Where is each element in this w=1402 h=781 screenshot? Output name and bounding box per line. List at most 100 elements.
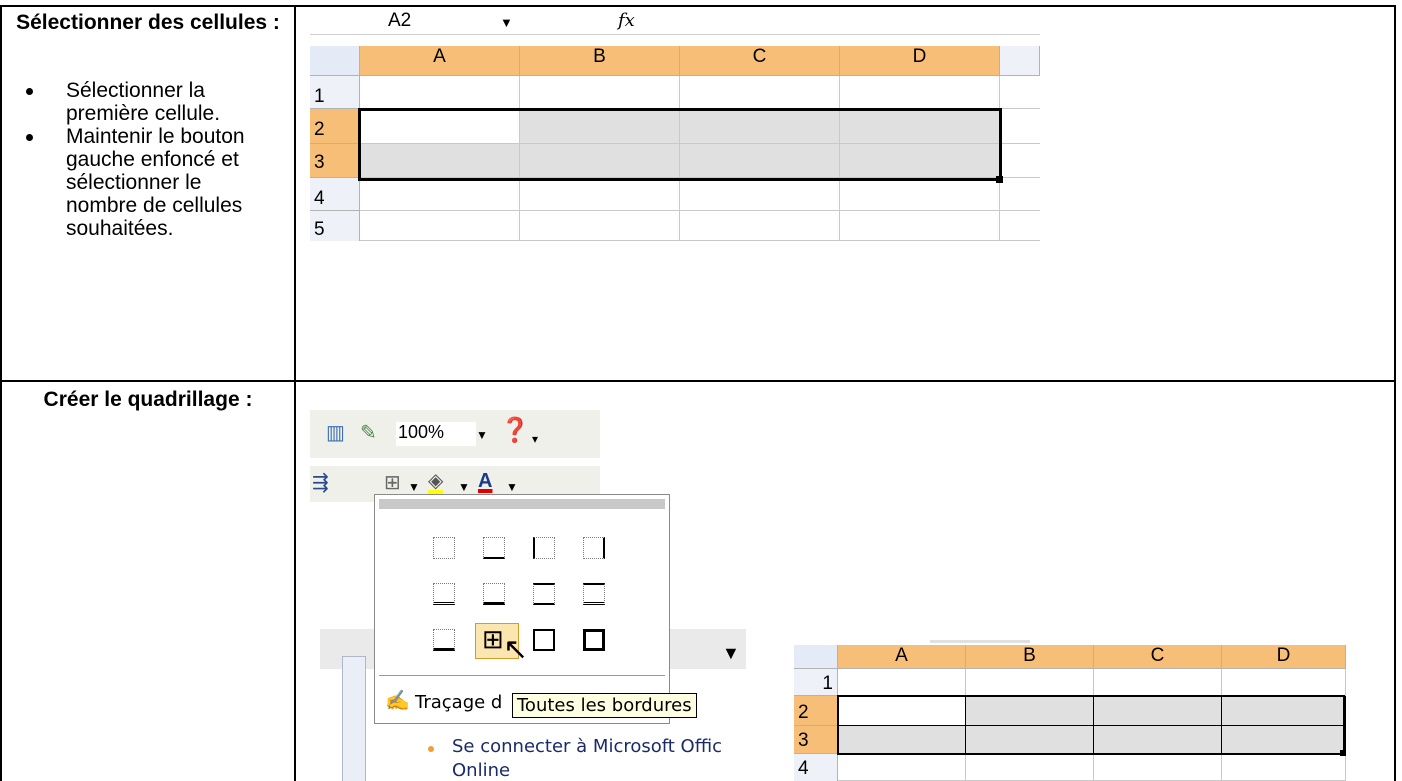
grid-cell[interactable] — [360, 76, 520, 109]
cursor-arrow-icon: ↖ — [503, 633, 529, 666]
fill-handle[interactable] — [996, 176, 1003, 183]
bullet-icon — [428, 746, 434, 752]
function-icon[interactable]: fx — [618, 10, 635, 32]
fill-color-icon[interactable]: ◈ — [428, 471, 444, 494]
spreadsheet-screenshot-1: A2 ▼ fx A B C D 1 2 3 4 5 — [310, 8, 1040, 248]
row-header[interactable]: 1 — [310, 76, 360, 109]
grid-cell[interactable] — [1094, 754, 1222, 781]
list-item-text: Maintenir le bouton gauche enfoncé et sé… — [66, 125, 245, 240]
chevron-down-icon[interactable]: ▼ — [500, 12, 513, 34]
grid-cell[interactable] — [840, 178, 1000, 211]
drawing-icon[interactable]: ✎ — [360, 422, 377, 444]
grid-cell[interactable] — [680, 76, 840, 109]
column-header[interactable]: B — [520, 46, 680, 76]
grid-cell[interactable] — [1094, 669, 1222, 696]
row-header[interactable]: 4 — [794, 754, 838, 781]
grid-cell[interactable] — [1000, 178, 1040, 211]
grid-cell[interactable] — [360, 178, 520, 211]
column-header-empty — [1000, 46, 1040, 76]
toolbar-options-icon[interactable]: ▾ — [532, 428, 538, 450]
font-color-icon[interactable]: A — [478, 470, 492, 492]
grid-cell[interactable] — [360, 211, 520, 241]
chevron-down-icon[interactable]: ▼ — [722, 642, 740, 664]
table-border-middle — [0, 380, 1396, 382]
table-border-right — [1394, 5, 1396, 781]
column-header[interactable]: C — [680, 46, 840, 76]
borders-dropdown: ⊞ ↖ ✍ Traçage d — [374, 494, 670, 724]
row-header[interactable]: 5 — [310, 211, 360, 241]
fill-handle[interactable] — [1340, 750, 1346, 756]
row-header[interactable]: 2 — [310, 109, 360, 144]
border-option-icon[interactable] — [533, 583, 555, 605]
border-option-icon[interactable] — [433, 537, 455, 559]
select-all-corner[interactable] — [794, 645, 838, 669]
instruction-list: Sélectionner la première cellule. Mainte… — [20, 79, 286, 240]
border-option-icon[interactable] — [433, 583, 455, 605]
border-option-icon[interactable] — [433, 629, 455, 651]
row-header[interactable]: 3 — [310, 144, 360, 178]
grid-cell[interactable] — [520, 76, 680, 109]
bullet-icon — [26, 134, 33, 141]
dropdown-grip[interactable] — [379, 499, 665, 509]
office-link[interactable]: Se connecter à Microsoft Offic — [452, 736, 722, 757]
dropdown-divider — [379, 675, 665, 676]
selection-outline — [358, 108, 1002, 181]
border-option-icon[interactable] — [533, 629, 555, 651]
zoom-box[interactable]: 100% — [396, 422, 476, 446]
border-option-icon[interactable] — [483, 583, 505, 605]
tooltip: Toutes les bordures — [512, 693, 697, 718]
border-option-icon[interactable] — [583, 583, 605, 605]
grid-cell[interactable] — [838, 754, 966, 781]
grid-cell[interactable] — [680, 211, 840, 241]
section-title-grid: Créer le quadrillage : — [43, 388, 253, 411]
column-header[interactable]: A — [838, 645, 966, 669]
formula-bar — [310, 8, 1040, 35]
spreadsheet-screenshot-2: A B C D 1 2 3 4 — [790, 640, 1350, 781]
name-box[interactable]: A2 — [388, 10, 411, 32]
zoom-value: 100% — [398, 422, 445, 442]
grid-cell[interactable] — [840, 211, 1000, 241]
row-header[interactable]: 3 — [794, 726, 838, 754]
all-borders-icon[interactable]: ⊞ — [482, 626, 504, 652]
grid-cell[interactable] — [966, 754, 1094, 781]
list-item: Sélectionner la première cellule. — [20, 79, 286, 125]
chevron-down-icon[interactable]: ▼ — [476, 424, 488, 446]
grid-cell[interactable] — [838, 669, 966, 696]
grid-cell[interactable] — [1222, 754, 1346, 781]
border-option-icon[interactable] — [533, 537, 555, 559]
grid-cell[interactable] — [1000, 109, 1040, 144]
row-header[interactable]: 2 — [794, 696, 838, 726]
border-option-icon[interactable] — [583, 629, 605, 651]
grid-cell[interactable] — [1000, 144, 1040, 178]
column-header[interactable]: C — [1094, 645, 1222, 669]
borders-icon[interactable]: ⊞ — [384, 472, 401, 494]
indent-icon[interactable]: ⇶ — [312, 472, 329, 494]
border-option-icon[interactable] — [483, 537, 505, 559]
scrollbar[interactable] — [342, 656, 366, 781]
grid-cell[interactable] — [520, 211, 680, 241]
draw-borders-icon[interactable]: ✍ — [385, 690, 410, 712]
column-header[interactable]: D — [1222, 645, 1346, 669]
column-header[interactable]: A — [360, 46, 520, 76]
grid-cell[interactable] — [1000, 76, 1040, 109]
grid-cell[interactable] — [1000, 211, 1040, 241]
chart-icon[interactable]: ▥ — [326, 422, 345, 444]
grid-cell[interactable] — [520, 178, 680, 211]
row-header[interactable]: 4 — [310, 178, 360, 211]
grid-cell[interactable] — [1222, 669, 1346, 696]
grid-cell[interactable] — [680, 178, 840, 211]
table-border-divider — [294, 5, 296, 781]
select-all-corner[interactable] — [310, 46, 360, 76]
bullet-icon — [26, 88, 33, 95]
column-header[interactable]: B — [966, 645, 1094, 669]
grid-cell[interactable] — [840, 76, 1000, 109]
help-icon[interactable]: ❓ — [500, 419, 530, 443]
border-option-icon[interactable] — [583, 537, 605, 559]
draw-borders-label[interactable]: Traçage d — [415, 692, 502, 713]
toolbar-screenshot: ▥ ✎ 100% ▼ ❓ ▾ ⇶ ⊞ ▼ ◈ ▼ A ▼ ▼ ⊞ ↖ ✍ Tra… — [300, 384, 746, 781]
row-header[interactable]: 1 — [794, 669, 838, 696]
list-item: Maintenir le bouton gauche enfoncé et sé… — [20, 125, 256, 240]
column-header[interactable]: D — [840, 46, 1000, 76]
office-link-continued[interactable]: Online — [452, 760, 510, 781]
grid-cell[interactable] — [966, 669, 1094, 696]
